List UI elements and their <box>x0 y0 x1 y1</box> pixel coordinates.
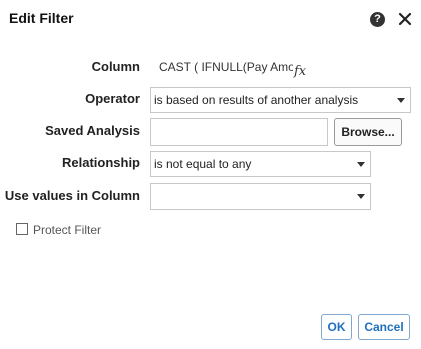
ok-button[interactable]: OK <box>321 314 352 340</box>
chevron-down-icon <box>357 162 365 167</box>
protect-filter-checkbox[interactable] <box>16 223 28 235</box>
operator-select[interactable]: is based on results of another analysis <box>150 87 411 113</box>
cancel-button[interactable]: Cancel <box>358 314 410 340</box>
operator-select-value: is based on results of another analysis <box>154 93 359 107</box>
operator-label: Operator <box>85 91 140 106</box>
chevron-down-icon <box>357 194 365 199</box>
column-value: CAST ( IFNULL(Pay Amo <box>159 60 293 74</box>
chevron-down-icon <box>397 98 405 103</box>
use-values-in-column-label: Use values in Column <box>4 188 140 203</box>
close-icon[interactable] <box>398 12 412 26</box>
browse-button[interactable]: Browse... <box>334 118 402 146</box>
fx-icon[interactable]: fx <box>294 64 306 79</box>
relationship-select-value: is not equal to any <box>154 157 252 171</box>
saved-analysis-input[interactable] <box>150 118 328 146</box>
relationship-label: Relationship <box>61 155 140 170</box>
use-values-in-column-select[interactable] <box>150 183 371 210</box>
dialog-title: Edit Filter <box>9 10 74 26</box>
help-icon[interactable]: ? <box>370 12 385 27</box>
protect-filter-label: Protect Filter <box>33 223 102 237</box>
saved-analysis-label: Saved Analysis <box>45 123 140 138</box>
edit-filter-dialog: Edit Filter ? Column CAST ( IFNULL(Pay A… <box>0 0 421 349</box>
column-label: Column <box>91 59 140 74</box>
relationship-select[interactable]: is not equal to any <box>150 151 371 177</box>
